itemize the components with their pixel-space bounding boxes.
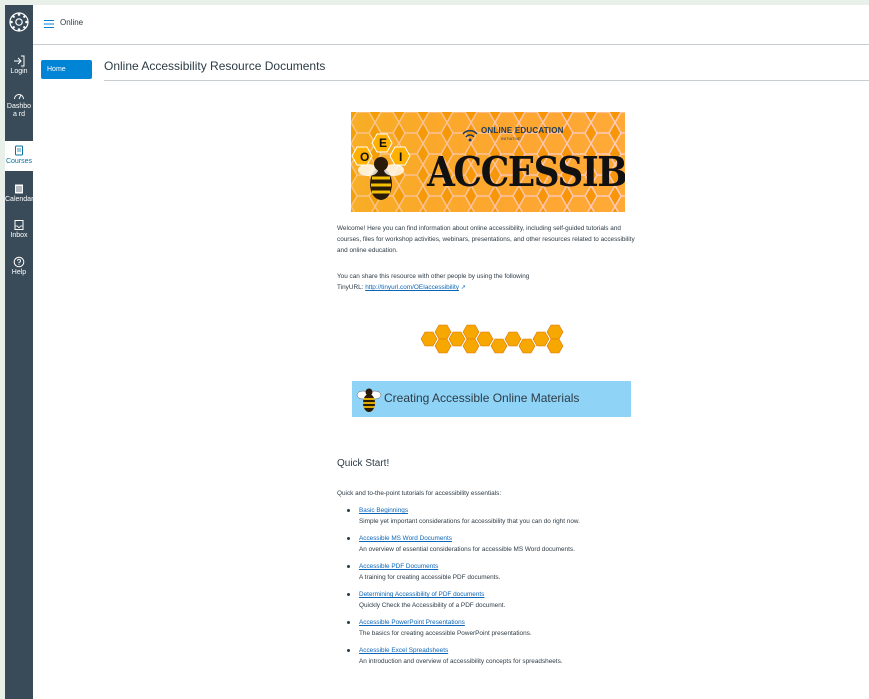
- link-description: The basics for creating accessible Power…: [359, 630, 532, 637]
- list-item: Accessible PDF Documents A training for …: [337, 561, 637, 589]
- section-banner-label: Creating Accessible Online Materials: [384, 391, 580, 405]
- nav-item-calendar[interactable]: Calendar: [5, 183, 33, 204]
- link-accessible-word[interactable]: Accessible MS Word Documents: [359, 533, 637, 544]
- courses-icon: [15, 145, 23, 156]
- honeycomb-divider-icon: [420, 324, 564, 354]
- link-accessible-powerpoint[interactable]: Accessible PowerPoint Presentations: [359, 617, 637, 628]
- nav-item-courses[interactable]: Courses: [5, 141, 33, 171]
- accessibility-banner-image: O E I ONLINE EDUCATION INITIATIVE ACCESS…: [351, 112, 625, 212]
- oei-letter-e: E: [379, 136, 388, 150]
- bullet-icon: [347, 509, 350, 512]
- quick-start-heading: Quick Start!: [337, 458, 390, 469]
- bullet-icon: [347, 537, 350, 540]
- nav-item-help[interactable]: Help: [5, 256, 33, 277]
- banner-headline: ACCESSIBILITY: [427, 148, 625, 197]
- section-banner: Creating Accessible Online Materials: [352, 381, 631, 417]
- nav-item-label: Calendar: [5, 196, 34, 203]
- nav-item-label: Dashboa rd: [6, 103, 32, 118]
- nav-item-label: Inbox: [10, 232, 28, 239]
- nav-item-login[interactable]: Login: [5, 55, 33, 76]
- bullet-icon: [347, 621, 350, 624]
- welcome-paragraph: Welcome! Here you can find information a…: [337, 225, 635, 254]
- link-description: An introduction and overview of accessib…: [359, 658, 563, 665]
- link-description: Simple yet important considerations for …: [359, 518, 580, 525]
- nav-item-label: Help: [11, 269, 27, 276]
- external-link-icon: ↗: [460, 285, 466, 291]
- oei-letter-i: I: [399, 150, 403, 164]
- bullet-icon: [347, 565, 350, 568]
- top-header: Online: [33, 5, 869, 45]
- nav-item-label: Courses: [5, 158, 33, 165]
- link-description: A training for creating accessible PDF d…: [359, 574, 501, 581]
- bullet-icon: [347, 649, 350, 652]
- link-basic-beginnings[interactable]: Basic Beginnings: [359, 505, 637, 516]
- canvas-logo-icon[interactable]: [8, 11, 30, 33]
- course-nav-home[interactable]: Home: [41, 60, 92, 79]
- page-title: Online Accessibility Resource Documents: [104, 59, 326, 73]
- list-item: Determining Accessibility of PDF documen…: [337, 589, 637, 617]
- dashboard-icon: [14, 94, 24, 100]
- calendar-icon: [15, 184, 23, 194]
- nav-item-inbox[interactable]: Inbox: [5, 219, 33, 240]
- breadcrumb[interactable]: Online: [60, 18, 83, 27]
- banner-org-sub: INITIATIVE: [501, 136, 521, 141]
- title-divider: [104, 80, 869, 81]
- hamburger-menu-icon[interactable]: [44, 19, 54, 29]
- oei-letter-o: O: [360, 150, 370, 164]
- canvas-page: Login Dashboa rd Courses Calendar Inbox …: [5, 5, 869, 699]
- list-item: Accessible PowerPoint Presentations The …: [337, 617, 637, 645]
- link-description: Quickly Check the Accessibility of a PDF…: [359, 602, 506, 609]
- nav-item-label: Login: [10, 68, 28, 75]
- share-paragraph: You can share this resource with other p…: [337, 271, 557, 294]
- quick-start-intro: Quick and to-the-point tutorials for acc…: [337, 490, 502, 497]
- inbox-icon: [14, 220, 24, 230]
- login-icon: [14, 55, 25, 67]
- link-accessible-pdf[interactable]: Accessible PDF Documents: [359, 561, 637, 572]
- list-item: Basic Beginnings Simple yet important co…: [337, 505, 637, 533]
- list-item: Accessible MS Word Documents An overview…: [337, 533, 637, 561]
- bee-icon: [356, 388, 382, 412]
- banner-org-name: ONLINE EDUCATION: [481, 126, 564, 135]
- link-description: An overview of essential considerations …: [359, 546, 575, 553]
- help-icon: [13, 256, 25, 268]
- link-accessible-excel[interactable]: Accessible Excel Spreadsheets: [359, 645, 637, 656]
- link-determining-pdf[interactable]: Determining Accessibility of PDF documen…: [359, 589, 637, 600]
- tinyurl-link[interactable]: http://tinyurl.com/OEIaccessibility: [365, 284, 459, 291]
- bullet-icon: [347, 593, 350, 596]
- global-nav: Login Dashboa rd Courses Calendar Inbox …: [5, 5, 33, 699]
- tutorial-list: Basic Beginnings Simple yet important co…: [337, 505, 637, 673]
- list-item: Accessible Excel Spreadsheets An introdu…: [337, 645, 637, 673]
- nav-item-dashboard[interactable]: Dashboa rd: [5, 90, 33, 119]
